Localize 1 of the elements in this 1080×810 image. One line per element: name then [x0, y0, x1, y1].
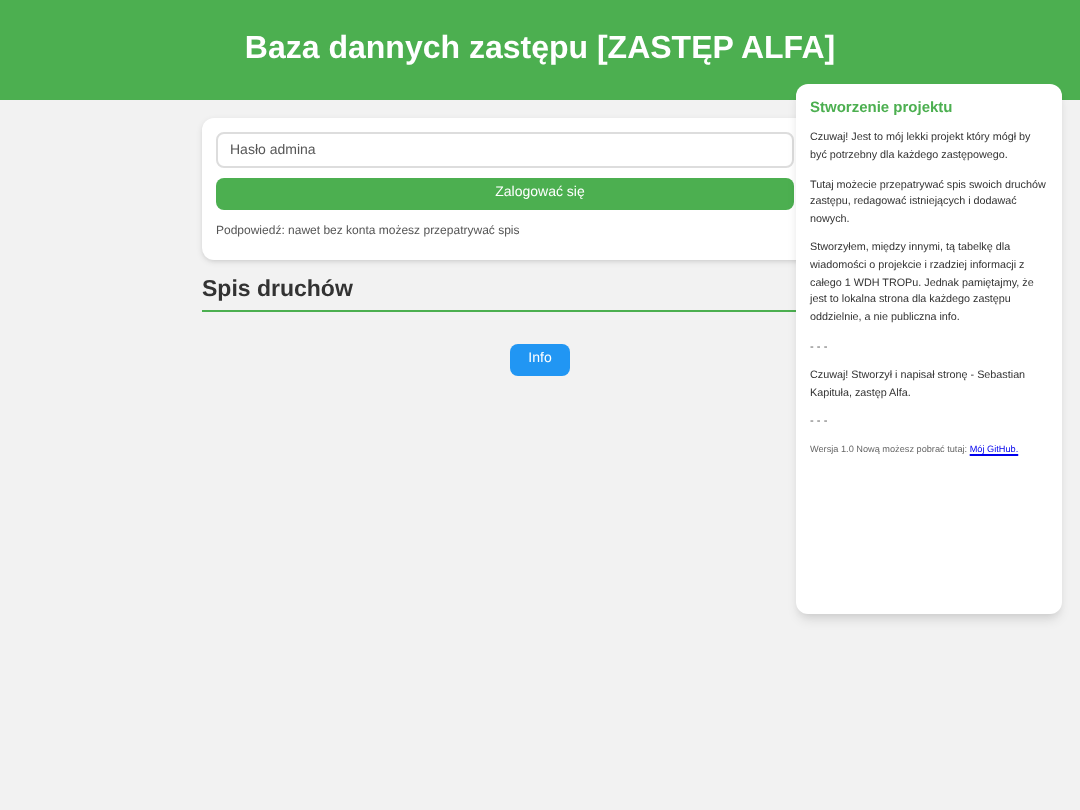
page-title: Baza dannych zastępu [ZASTĘP ALFA]: [244, 30, 836, 70]
